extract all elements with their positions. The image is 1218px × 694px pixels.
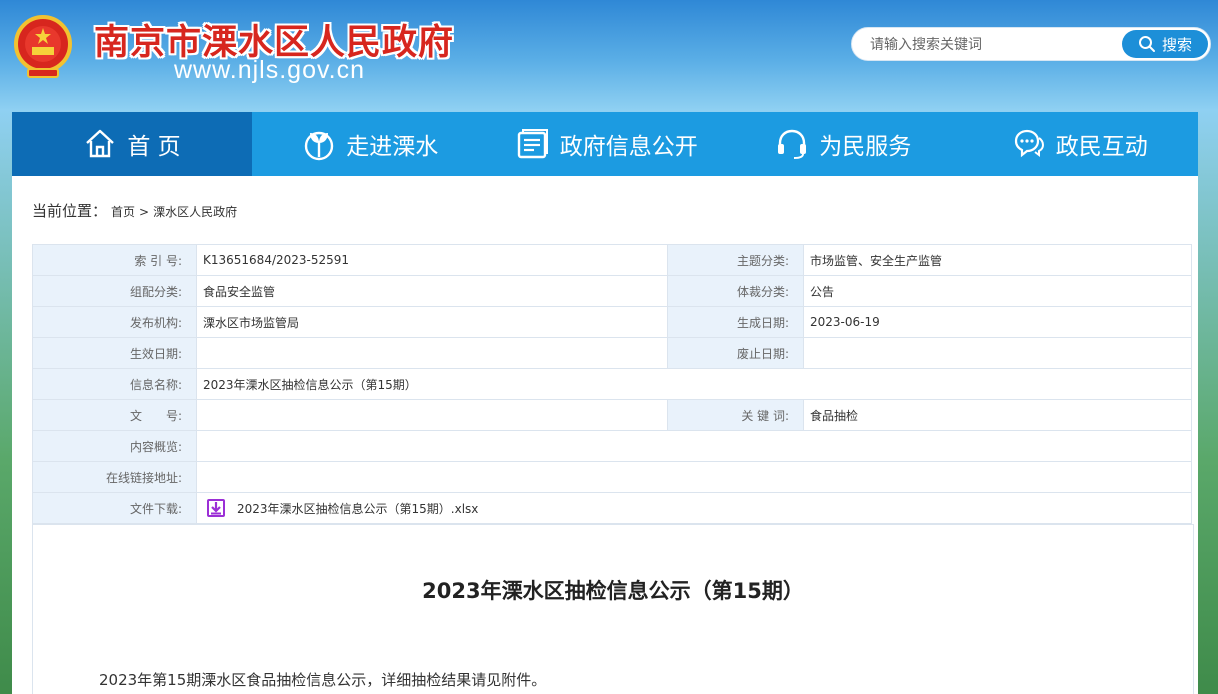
content-panel: 当前位置： 首页 > 溧水区人民政府 索 引 号: K13651684/2023… — [12, 176, 1198, 694]
chat-icon — [1014, 129, 1044, 158]
nav-label-gov-info: 政府信息公开 — [559, 134, 698, 160]
topic-value: 市场监管、安全生产监管 — [803, 244, 1192, 276]
national-emblem-icon — [14, 15, 72, 78]
document-icon — [517, 129, 548, 159]
breadcrumb-current-link[interactable]: 溧水区人民政府 — [153, 203, 237, 220]
table-row: 索 引 号: K13651684/2023-52591 主题分类: 市场监管、安… — [32, 244, 1192, 276]
nav-label-services: 为民服务 — [819, 134, 912, 160]
info-name-label: 信息名称: — [32, 368, 197, 400]
keywords-value: 食品抽检 — [803, 399, 1192, 431]
nav-label-interaction: 政民互动 — [1055, 134, 1148, 160]
breadcrumb-home-link[interactable]: 首页 — [111, 203, 135, 220]
doc-no-value — [196, 399, 668, 431]
table-row: 文件下载: 2023年溧水区抽检信息公示（第15期）.xlsx — [32, 492, 1192, 524]
download-file-link[interactable]: 2023年溧水区抽检信息公示（第15期）.xlsx — [237, 500, 478, 517]
site-url: www.njls.gov.cn — [174, 56, 365, 84]
org-category-label: 组配分类: — [32, 275, 197, 307]
home-icon — [86, 129, 115, 158]
topic-label: 主题分类: — [667, 244, 804, 276]
org-category-value: 食品安全监管 — [196, 275, 668, 307]
breadcrumb: 当前位置： 首页 > 溧水区人民政府 — [32, 200, 237, 221]
nav-label-home: 首 页 — [127, 134, 181, 160]
online-link-label: 在线链接地址: — [32, 461, 197, 493]
doc-no-label: 文 号: — [32, 399, 197, 431]
genre-label: 体裁分类: — [667, 275, 804, 307]
search-icon — [1138, 36, 1155, 52]
table-row: 发布机构: 溧水区市场监管局 生成日期: 2023-06-19 — [32, 306, 1192, 338]
publisher-value: 溧水区市场监管局 — [196, 306, 668, 338]
headset-icon — [778, 129, 807, 159]
sprout-icon — [305, 131, 334, 161]
breadcrumb-label: 当前位置： — [32, 202, 108, 220]
metadata-table: 索 引 号: K13651684/2023-52591 主题分类: 市场监管、安… — [32, 244, 1192, 524]
online-link-value — [196, 461, 1192, 493]
table-row: 文 号: 关 键 词: 食品抽检 — [32, 399, 1192, 431]
article-title: 2023年溧水区抽检信息公示（第15期） — [422, 579, 804, 603]
table-row: 生效日期: 废止日期: — [32, 337, 1192, 369]
site-header: 南京市溧水区人民政府 www.njls.gov.cn 搜索 — [0, 0, 1218, 112]
nav-label-about: 走进溧水 — [346, 134, 439, 160]
breadcrumb-separator: > — [139, 205, 150, 219]
table-row: 内容概览: — [32, 430, 1192, 462]
table-row: 组配分类: 食品安全监管 体裁分类: 公告 — [32, 275, 1192, 307]
keywords-label: 关 键 词: — [667, 399, 804, 431]
created-date-value: 2023-06-19 — [803, 306, 1192, 338]
effective-date-label: 生效日期: — [32, 337, 197, 369]
nav-item-about[interactable]: 走进溧水 — [252, 112, 489, 176]
expiry-date-value — [803, 337, 1192, 369]
file-download-cell: 2023年溧水区抽检信息公示（第15期）.xlsx — [196, 492, 1192, 524]
overview-value — [196, 430, 1192, 462]
overview-label: 内容概览: — [32, 430, 197, 462]
table-row: 信息名称: 2023年溧水区抽检信息公示（第15期） — [32, 368, 1192, 400]
table-row: 在线链接地址: — [32, 461, 1192, 493]
nav-item-interaction[interactable]: 政民互动 — [962, 112, 1199, 176]
download-icon[interactable] — [207, 499, 225, 517]
index-no-label: 索 引 号: — [32, 244, 197, 276]
publisher-label: 发布机构: — [32, 306, 197, 338]
effective-date-value — [196, 337, 668, 369]
nav-item-home[interactable]: 首 页 — [12, 112, 252, 176]
search-input[interactable] — [870, 32, 1120, 58]
search-button[interactable]: 搜索 — [1122, 30, 1208, 58]
created-date-label: 生成日期: — [667, 306, 804, 338]
index-no-value: K13651684/2023-52591 — [196, 244, 668, 276]
article: 2023年溧水区抽检信息公示（第15期） 2023年第15期溧水区食品抽检信息公… — [32, 524, 1194, 694]
nav-item-services[interactable]: 为民服务 — [725, 112, 962, 176]
article-body: 2023年第15期溧水区食品抽检信息公示，详细抽检结果请见附件。 — [99, 671, 547, 689]
search-button-label: 搜索 — [1161, 35, 1192, 54]
expiry-date-label: 废止日期: — [667, 337, 804, 369]
info-name-value: 2023年溧水区抽检信息公示（第15期） — [196, 368, 1192, 400]
genre-value: 公告 — [803, 275, 1192, 307]
search-box: 搜索 — [851, 27, 1211, 61]
main-nav: 首 页 走进溧水 政府信息公开 为民服务 政民互动 — [12, 112, 1198, 176]
nav-item-gov-info[interactable]: 政府信息公开 — [489, 112, 726, 176]
file-download-label: 文件下载: — [32, 492, 197, 524]
